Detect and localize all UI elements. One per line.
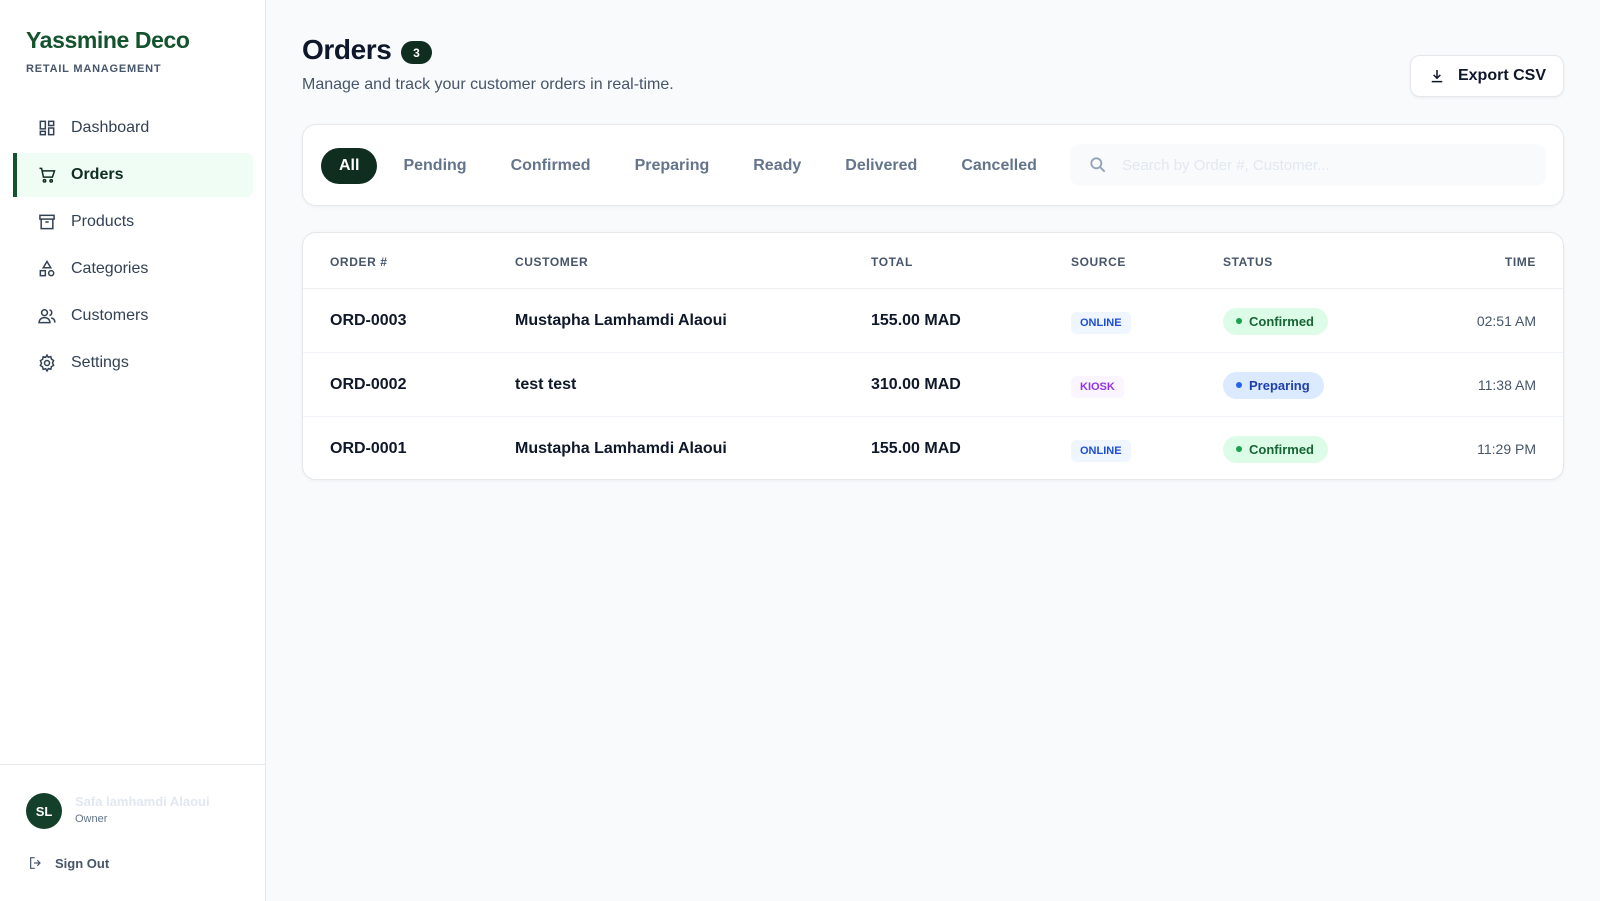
source-cell: KIOSK bbox=[1071, 353, 1124, 417]
tab-delivered[interactable]: Delivered bbox=[827, 148, 935, 184]
shapes-icon bbox=[39, 260, 55, 277]
column-header-source: SOURCE bbox=[1071, 255, 1126, 269]
export-csv-label: Export CSV bbox=[1457, 67, 1546, 84]
order-number: ORD-0001 bbox=[330, 440, 407, 457]
source-cell: ONLINE bbox=[1071, 417, 1131, 479]
sidebar-item-dashboard[interactable]: Dashboard bbox=[13, 106, 253, 150]
dashboard-icon bbox=[39, 120, 55, 136]
source-cell: ONLINE bbox=[1071, 289, 1131, 353]
sidebar-item-label: Orders bbox=[71, 166, 124, 183]
customer-name: Mustapha Lamhamdi Alaoui bbox=[515, 312, 727, 329]
search-box bbox=[1070, 144, 1546, 186]
sidebar-footer: SL Safa lamhamdi Alaoui Owner Sign Out bbox=[0, 764, 265, 901]
orders-table: ORDER # CUSTOMER TOTAL SOURCE STATUS TIM… bbox=[302, 232, 1564, 480]
sidebar-nav: Dashboard Orders Products Categories Cus… bbox=[13, 106, 253, 388]
page-subtitle: Manage and track your customer orders in… bbox=[302, 76, 674, 93]
status-dot bbox=[1236, 318, 1242, 324]
order-total: 155.00 MAD bbox=[871, 312, 961, 329]
customer-name: Mustapha Lamhamdi Alaoui bbox=[515, 440, 727, 457]
sign-out-button[interactable]: Sign Out bbox=[28, 855, 109, 871]
column-header-customer: CUSTOMER bbox=[515, 255, 589, 269]
cart-icon bbox=[39, 167, 56, 183]
order-total: 310.00 MAD bbox=[871, 376, 961, 393]
status-label: Confirmed bbox=[1249, 441, 1314, 457]
gear-icon bbox=[39, 353, 55, 373]
tab-ready[interactable]: Ready bbox=[735, 148, 819, 184]
filter-bar: All Pending Confirmed Preparing Ready De… bbox=[302, 124, 1564, 206]
sidebar-item-orders[interactable]: Orders bbox=[13, 153, 253, 197]
sidebar-item-products[interactable]: Products bbox=[13, 200, 253, 244]
brand-subtitle: RETAIL MANAGEMENT bbox=[26, 63, 162, 75]
column-header-order: ORDER # bbox=[330, 255, 388, 269]
download-icon bbox=[1431, 70, 1443, 83]
status-dot bbox=[1236, 382, 1242, 388]
source-badge: ONLINE bbox=[1071, 440, 1131, 462]
search-icon bbox=[1090, 157, 1106, 173]
user-role: Owner bbox=[75, 813, 108, 825]
logout-icon bbox=[30, 857, 41, 869]
table-row[interactable]: ORD-0001 Mustapha Lamhamdi Alaoui 155.00… bbox=[303, 417, 1563, 479]
search-input[interactable] bbox=[1122, 156, 1522, 174]
page-title: Orders bbox=[302, 34, 392, 65]
order-number: ORD-0003 bbox=[330, 312, 407, 329]
status-label: Preparing bbox=[1249, 377, 1310, 393]
avatar[interactable]: SL bbox=[26, 793, 62, 829]
brand-title: Yassmine Deco bbox=[26, 27, 190, 53]
sign-out-label: Sign Out bbox=[55, 855, 110, 871]
order-time: 02:51 AM bbox=[1476, 313, 1536, 329]
order-count-badge: 3 bbox=[401, 41, 432, 64]
column-header-time: TIME bbox=[1504, 255, 1536, 269]
order-number: ORD-0002 bbox=[330, 376, 407, 393]
tab-confirmed[interactable]: Confirmed bbox=[493, 148, 609, 184]
sidebar-item-label: Categories bbox=[71, 260, 149, 277]
status-cell: Confirmed bbox=[1223, 289, 1328, 353]
order-time: 11:38 AM bbox=[1477, 377, 1536, 393]
source-badge: KIOSK bbox=[1071, 376, 1124, 398]
tab-preparing[interactable]: Preparing bbox=[617, 148, 728, 184]
table-header: ORDER # CUSTOMER TOTAL SOURCE STATUS TIM… bbox=[303, 233, 1563, 289]
tab-cancelled[interactable]: Cancelled bbox=[943, 148, 1055, 184]
sidebar: Yassmine Deco RETAIL MANAGEMENT Dashboar… bbox=[0, 0, 266, 901]
status-cell: Confirmed bbox=[1223, 417, 1328, 479]
customer-name: test test bbox=[515, 376, 577, 393]
order-total: 155.00 MAD bbox=[871, 440, 961, 457]
sidebar-item-label: Settings bbox=[71, 354, 129, 371]
export-csv-button[interactable]: Export CSV bbox=[1410, 55, 1564, 97]
sidebar-item-customers[interactable]: Customers bbox=[13, 294, 253, 338]
status-label: Confirmed bbox=[1249, 313, 1314, 329]
sidebar-item-label: Dashboard bbox=[71, 119, 150, 136]
tab-all[interactable]: All bbox=[321, 148, 378, 184]
sidebar-item-label: Customers bbox=[71, 307, 149, 324]
order-time: 11:29 PM bbox=[1477, 441, 1536, 457]
status-badge: Confirmed bbox=[1223, 435, 1328, 463]
column-header-status: STATUS bbox=[1223, 255, 1273, 269]
user-name: Safa lamhamdi Alaoui bbox=[75, 794, 210, 809]
tab-pending[interactable]: Pending bbox=[385, 148, 484, 184]
status-badge: Preparing bbox=[1223, 371, 1324, 399]
users-icon bbox=[38, 309, 56, 324]
column-header-total: TOTAL bbox=[871, 255, 913, 269]
archive-box-icon bbox=[39, 214, 55, 230]
status-tabs: All Pending Confirmed Preparing Ready De… bbox=[321, 148, 1063, 184]
table-row[interactable]: ORD-0002 test test 310.00 MAD KIOSK Prep… bbox=[303, 353, 1563, 417]
source-badge: ONLINE bbox=[1071, 312, 1131, 334]
status-badge: Confirmed bbox=[1223, 307, 1328, 335]
status-dot bbox=[1236, 446, 1242, 452]
status-cell: Preparing bbox=[1223, 353, 1324, 417]
sidebar-item-categories[interactable]: Categories bbox=[13, 247, 253, 291]
sidebar-item-settings[interactable]: Settings bbox=[13, 341, 253, 385]
table-row[interactable]: ORD-0003 Mustapha Lamhamdi Alaoui 155.00… bbox=[303, 289, 1563, 353]
sidebar-item-label: Products bbox=[71, 213, 135, 230]
